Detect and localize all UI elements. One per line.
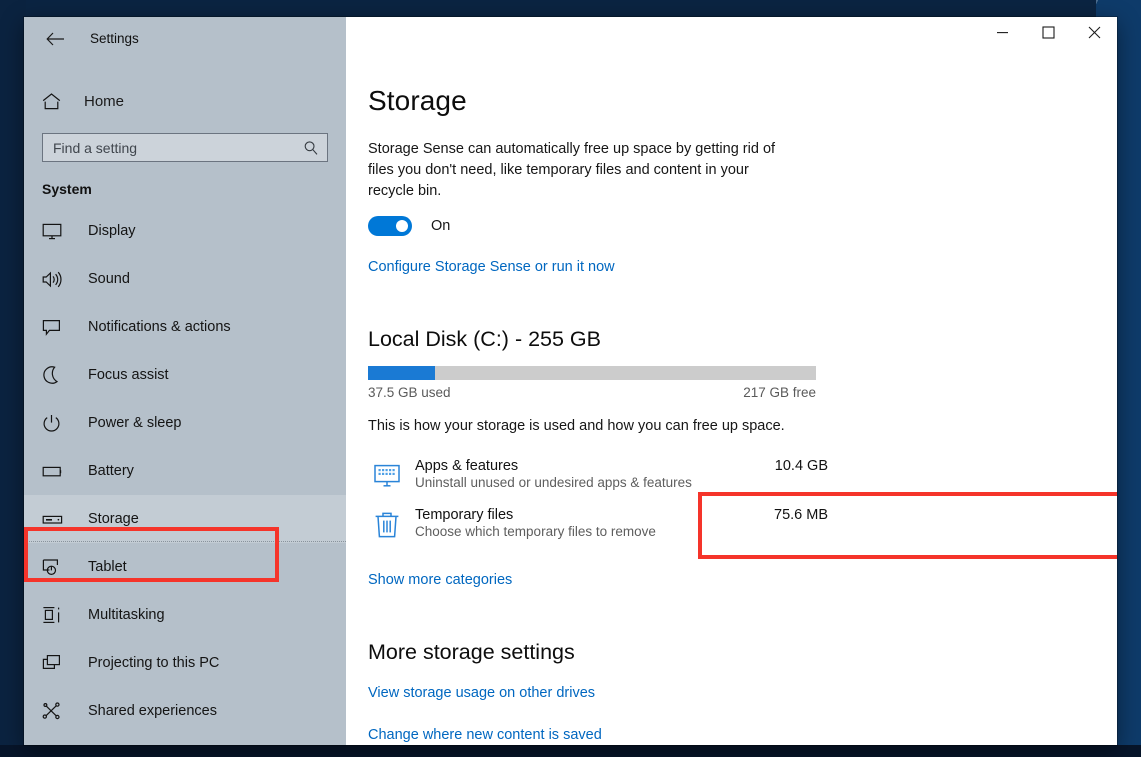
storage-sense-toggle-state: On: [431, 218, 451, 234]
storage-category-description: Uninstall unused or undesired apps & fea…: [415, 475, 692, 490]
search-input[interactable]: [53, 139, 303, 156]
storage-category-size: 10.4 GB: [774, 458, 828, 474]
sidebar-item-home-label: Home: [84, 92, 125, 110]
search-icon: [303, 140, 319, 156]
speaker-icon: [42, 271, 72, 288]
storage-category-head: Temporary files 75.6 MB: [415, 507, 828, 523]
configure-storage-sense-link[interactable]: Configure Storage Sense or run it now: [368, 259, 615, 275]
search-area: [24, 119, 346, 162]
window-title-row: Settings: [24, 17, 346, 60]
toggle-knob: [396, 220, 408, 232]
tablet-icon: [42, 558, 72, 576]
sidebar-item-shared-experiences[interactable]: Shared experiences: [24, 687, 346, 735]
disk-usage-bar-fill: [368, 366, 436, 380]
show-more-categories-row: Show more categories: [368, 571, 1117, 589]
sidebar-item-power-sleep-label: Power & sleep: [88, 415, 182, 431]
storage-category-name: Temporary files: [415, 507, 514, 523]
sidebar-item-storage-label: Storage: [88, 511, 139, 527]
settings-window: Settings Home System: [24, 17, 1117, 745]
more-storage-links: View storage usage on other drives Chang…: [368, 685, 1117, 745]
storage-sense-toggle-row: On: [368, 216, 1117, 236]
sidebar-item-focus-assist-label: Focus assist: [88, 367, 169, 383]
sidebar-item-display[interactable]: Display: [24, 207, 346, 255]
sidebar: Settings Home System: [24, 17, 346, 745]
disk-usage-bar: [368, 366, 816, 380]
sidebar-nav-list: Display Sound Notifications & actions Fo…: [24, 207, 346, 735]
maximize-icon[interactable]: [1025, 17, 1071, 48]
main-panel: Storage Storage Sense can automatically …: [346, 17, 1117, 745]
sidebar-item-storage[interactable]: Storage: [24, 495, 346, 543]
storage-category-name: Apps & features: [415, 458, 519, 474]
moon-icon: [42, 366, 72, 384]
storage-drive-icon: [42, 513, 72, 526]
trash-icon: [372, 510, 402, 540]
storage-category-size: 75.6 MB: [774, 507, 828, 523]
sidebar-group-header: System: [42, 181, 92, 197]
app-title: Settings: [90, 31, 139, 46]
storage-category-list: Apps & features 10.4 GB Uninstall unused…: [368, 451, 1117, 549]
multitasking-icon: [42, 606, 72, 624]
sidebar-item-multitasking-label: Multitasking: [88, 607, 165, 623]
monitor-icon: [42, 223, 72, 240]
sidebar-item-power-sleep[interactable]: Power & sleep: [24, 399, 346, 447]
sidebar-item-home[interactable]: Home: [24, 83, 346, 119]
shared-experiences-icon: [42, 702, 72, 720]
storage-category-head: Apps & features 10.4 GB: [415, 458, 828, 474]
apps-monitor-icon: [372, 461, 402, 491]
sidebar-item-sound[interactable]: Sound: [24, 255, 346, 303]
battery-icon: [42, 465, 72, 478]
storage-sense-toggle[interactable]: [368, 216, 412, 236]
storage-category-row-apps[interactable]: Apps & features 10.4 GB Uninstall unused…: [368, 451, 828, 500]
window-controls: [346, 17, 1117, 60]
show-more-categories-link[interactable]: Show more categories: [368, 572, 512, 588]
storage-category-body: Apps & features 10.4 GB Uninstall unused…: [415, 458, 828, 492]
storage-category-body: Temporary files 75.6 MB Choose which tem…: [415, 507, 828, 541]
sidebar-item-multitasking[interactable]: Multitasking: [24, 591, 346, 639]
sidebar-item-display-label: Display: [88, 223, 136, 239]
home-icon: [42, 92, 68, 110]
disk-used-label: 37.5 GB used: [368, 385, 451, 400]
storage-sense-description: Storage Sense can automatically free up …: [368, 141, 776, 199]
sidebar-item-projecting-label: Projecting to this PC: [88, 655, 220, 671]
power-icon: [42, 414, 72, 433]
sidebar-item-sound-label: Sound: [88, 271, 130, 287]
sidebar-item-notifications-label: Notifications & actions: [88, 319, 231, 335]
taskbar[interactable]: [0, 745, 1141, 757]
page-title: Storage: [368, 85, 467, 116]
sidebar-item-notifications[interactable]: Notifications & actions: [24, 303, 346, 351]
back-arrow-icon[interactable]: [40, 24, 70, 54]
minimize-icon[interactable]: [979, 17, 1025, 48]
notification-icon: [42, 319, 72, 336]
search-box[interactable]: [42, 133, 328, 162]
wallpaper-left: [0, 0, 26, 757]
sidebar-item-focus-assist[interactable]: Focus assist: [24, 351, 346, 399]
sidebar-item-tablet-label: Tablet: [88, 559, 127, 575]
disk-free-label: 217 GB free: [743, 385, 816, 400]
storage-content: Storage Storage Sense can automatically …: [346, 60, 1117, 745]
sidebar-item-tablet[interactable]: Tablet: [24, 543, 346, 591]
change-new-content-link[interactable]: Change where new content is saved: [368, 727, 1117, 743]
more-storage-settings-title: More storage settings: [368, 640, 575, 664]
configure-storage-sense-row: Configure Storage Sense or run it now: [368, 258, 1117, 276]
sidebar-item-shared-experiences-label: Shared experiences: [88, 703, 217, 719]
close-icon[interactable]: [1071, 17, 1117, 48]
disk-usage-meta: 37.5 GB used 217 GB free: [368, 385, 816, 400]
storage-category-description: Choose which temporary files to remove: [415, 524, 656, 539]
sidebar-item-battery[interactable]: Battery: [24, 447, 346, 495]
local-disk-title: Local Disk (C:) - 255 GB: [368, 327, 601, 351]
projecting-icon: [42, 654, 72, 672]
sidebar-item-battery-label: Battery: [88, 463, 134, 479]
view-storage-usage-link[interactable]: View storage usage on other drives: [368, 685, 1117, 701]
disk-description: This is how your storage is used and how…: [368, 418, 785, 434]
storage-category-row-temporary-files[interactable]: Temporary files 75.6 MB Choose which tem…: [368, 500, 828, 549]
sidebar-item-projecting[interactable]: Projecting to this PC: [24, 639, 346, 687]
